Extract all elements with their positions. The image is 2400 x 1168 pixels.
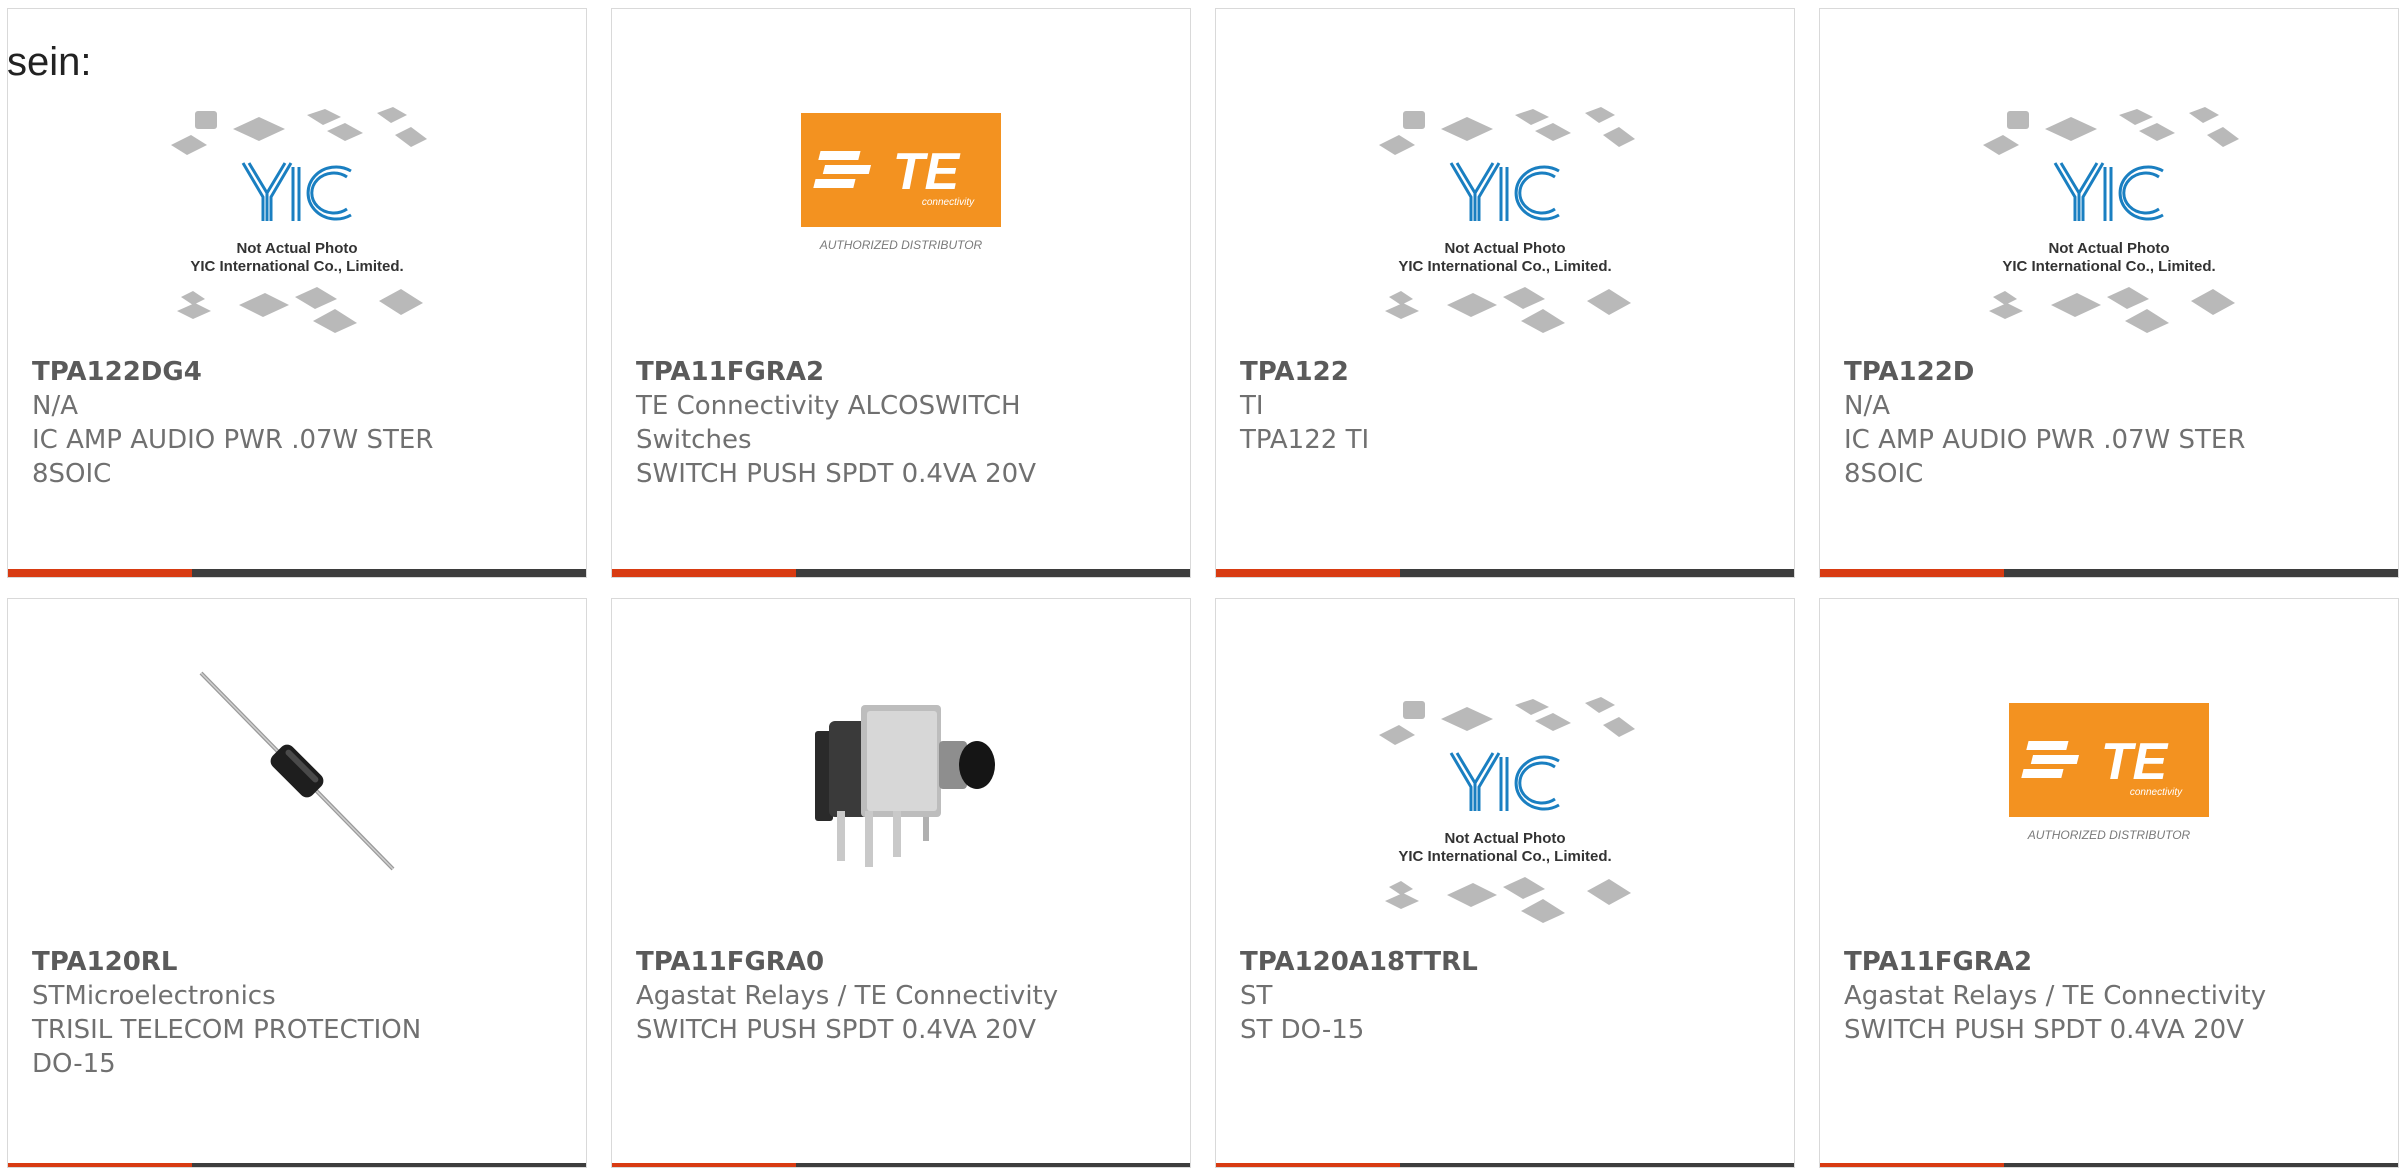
card-accent-bar [1820,569,2004,577]
product-manufacturer: TE Connectivity ALCOSWITCH [636,391,1021,421]
product-part-number[interactable]: TPA120RL [32,945,570,979]
card-accent-bar [612,569,796,577]
product-package: 8SOIC [32,459,112,489]
product-description: IC AMP AUDIO PWR .07W STER [1844,425,2246,455]
product-package: 8SOIC [1844,459,1924,489]
card-bottom-bar [1216,1163,1794,1167]
card-accent-bar [1820,1163,2004,1167]
te-logo-sub: connectivity [2130,787,2183,798]
product-part-number[interactable]: TPA122 [1240,355,1778,389]
product-part-number[interactable]: TPA122D [1844,355,2382,389]
card-bottom-bar [1820,1163,2398,1167]
product-description: TRISIL TELECOM PROTECTION [32,1015,422,1045]
product-card[interactable]: Not Actual Photo YIC International Co., … [1215,8,1795,578]
card-bottom-bar [612,1163,1190,1167]
product-manufacturer: N/A [1844,391,1890,421]
product-manufacturer: N/A [32,391,78,421]
product-manufacturer: Agastat Relays / TE Connectivity [1844,981,2267,1011]
placeholder-line1: Not Actual Photo [1444,830,1565,847]
placeholder-line1: Not Actual Photo [236,240,357,257]
switch-photo [815,705,995,867]
te-logo-text: TE [2101,733,2169,791]
card-bottom-bar [8,1163,586,1167]
placeholder-line2: YIC International Co., Limited. [190,258,403,275]
te-connectivity-logo: TE connectivity AUTHORIZED DISTRIBUTOR [801,113,1001,252]
card-bottom-bar [1216,569,1794,577]
product-description: SWITCH PUSH SPDT 0.4VA 20V [636,1015,1036,1045]
product-card[interactable]: TPA11FGRA0 Agastat Relays / TE Connectiv… [611,598,1191,1168]
placeholder-line1: Not Actual Photo [2048,240,2169,257]
placeholder-line2: YIC International Co., Limited. [2002,258,2215,275]
te-logo-caption: AUTHORIZED DISTRIBUTOR [819,238,983,252]
product-card[interactable]: Not Actual Photo YIC International Co., … [1215,598,1795,1168]
product-part-number[interactable]: TPA11FGRA2 [1844,945,2382,979]
product-description: Switches [636,425,752,455]
intro-text: sein: [7,40,92,84]
product-image-placeholder: Not Actual Photo YIC International Co., … [1983,107,2239,333]
product-part-number[interactable]: TPA120A18TTRL [1240,945,1778,979]
product-part-number[interactable]: TPA11FGRA0 [636,945,1174,979]
placeholder-line2: YIC International Co., Limited. [1398,848,1611,865]
product-image-placeholder: Not Actual Photo YIC International Co., … [171,107,427,333]
card-accent-bar [1216,1163,1400,1167]
product-package: DO-15 [32,1049,116,1079]
te-connectivity-logo: TE connectivity AUTHORIZED DISTRIBUTOR [2009,703,2209,842]
product-card[interactable]: TE connectivity AUTHORIZED DISTRIBUTOR T… [1819,598,2399,1168]
product-description: TPA122 TI [1240,425,1370,455]
product-description: SWITCH PUSH SPDT 0.4VA 20V [1844,1015,2244,1045]
product-card[interactable]: Not Actual Photo YIC International Co., … [1819,8,2399,578]
card-accent-bar [612,1163,796,1167]
product-image-placeholder: Not Actual Photo YIC International Co., … [1379,107,1635,333]
product-manufacturer: TI [1240,391,1264,421]
product-manufacturer: STMicroelectronics [32,981,276,1011]
product-image-placeholder: Not Actual Photo YIC International Co., … [1379,697,1635,923]
product-manufacturer: Agastat Relays / TE Connectivity [636,981,1059,1011]
card-accent-bar [1216,569,1400,577]
product-description: ST DO-15 [1240,1015,1365,1045]
card-accent-bar [8,1163,192,1167]
card-bottom-bar [1820,569,2398,577]
diode-photo [199,671,395,871]
product-manufacturer: ST [1240,981,1273,1011]
product-card[interactable]: Not Actual Photo YIC International Co., … [7,8,587,578]
product-card[interactable]: TE connectivity AUTHORIZED DISTRIBUTOR T… [611,8,1191,578]
card-accent-bar [8,569,192,577]
card-bottom-bar [8,569,586,577]
placeholder-line2: YIC International Co., Limited. [1398,258,1611,275]
te-logo-text: TE [893,143,961,201]
product-part-number[interactable]: TPA122DG4 [32,355,570,389]
te-logo-caption: AUTHORIZED DISTRIBUTOR [2027,828,2191,842]
card-bottom-bar [612,569,1190,577]
product-part-number[interactable]: TPA11FGRA2 [636,355,1174,389]
product-package: SWITCH PUSH SPDT 0.4VA 20V [636,459,1036,489]
placeholder-line1: Not Actual Photo [1444,240,1565,257]
te-logo-sub: connectivity [922,197,975,208]
product-description: IC AMP AUDIO PWR .07W STER [32,425,434,455]
product-card[interactable]: TPA120RL STMicroelectronics TRISIL TELEC… [7,598,587,1168]
